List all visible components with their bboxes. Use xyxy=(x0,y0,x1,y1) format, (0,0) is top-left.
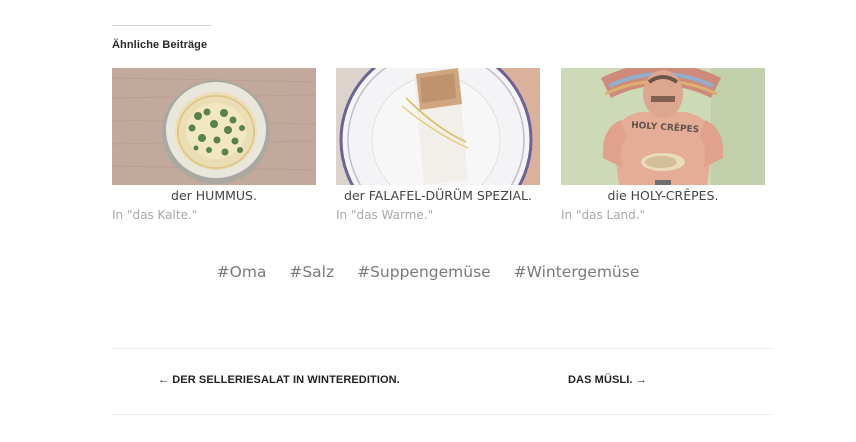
related-post-category: In "das Land." xyxy=(561,208,646,222)
divider xyxy=(112,25,212,26)
previous-post-link[interactable]: ← DER SELLERIESALAT IN WINTEREDITION. xyxy=(158,374,400,386)
tag-list: #Oma #Salz #Suppengemüse #Wintergemüse xyxy=(0,263,856,281)
related-post-card[interactable]: HOLY CRÊPES die HOLY-CRÊPES. In "das Lan… xyxy=(561,68,765,223)
related-post-card[interactable]: der FALAFEL-DÜRÜM SPEZIAL. In "das Warme… xyxy=(336,68,540,223)
related-post-title[interactable]: der FALAFEL-DÜRÜM SPEZIAL. xyxy=(336,188,540,204)
related-post-card[interactable]: der HUMMUS. In "das Kalte." xyxy=(112,68,316,223)
next-post-link[interactable]: DAS MÜSLI. → xyxy=(568,374,647,386)
tag-link-oma[interactable]: #Oma xyxy=(217,263,267,281)
hummus-thumbnail[interactable] xyxy=(112,68,316,185)
related-posts-heading: Ähnliche Beiträge xyxy=(112,39,208,51)
holy-crepes-thumbnail[interactable]: HOLY CRÊPES xyxy=(561,68,765,185)
divider xyxy=(112,414,772,415)
tag-link-suppengemuese[interactable]: #Suppengemüse xyxy=(357,263,491,281)
related-post-category: In "das Kalte." xyxy=(112,208,198,222)
related-post-category: In "das Warme." xyxy=(336,208,434,222)
divider xyxy=(112,348,772,349)
related-post-title[interactable]: der HUMMUS. xyxy=(112,188,316,204)
related-post-title[interactable]: die HOLY-CRÊPES. xyxy=(561,188,765,204)
tag-link-salz[interactable]: #Salz xyxy=(289,263,334,281)
tag-link-wintergemuese[interactable]: #Wintergemüse xyxy=(514,263,640,281)
falafel-thumbnail[interactable] xyxy=(336,68,540,185)
